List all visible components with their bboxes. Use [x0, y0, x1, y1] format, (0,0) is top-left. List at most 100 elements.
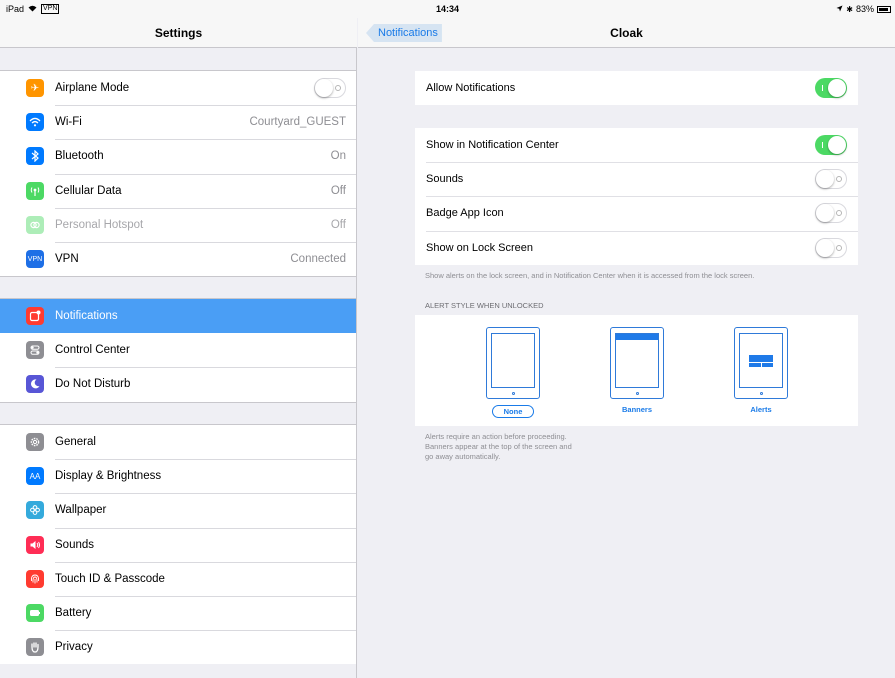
alert-style-banners[interactable]: Banners [610, 327, 664, 417]
hand-icon [26, 638, 44, 657]
show-in-notification-center-row[interactable]: Show in Notification Center [415, 128, 858, 162]
sidebar-item-label: Touch ID & Passcode [55, 572, 165, 585]
option-label: Badge App Icon [426, 207, 504, 220]
control-center-icon [26, 341, 44, 360]
sidebar-item-airplane-mode[interactable]: ✈ Airplane Mode [0, 71, 356, 105]
gear-icon [26, 433, 44, 452]
bluetooth-icon [26, 147, 44, 166]
badge-app-icon-row[interactable]: Badge App Icon [415, 196, 858, 230]
cellular-data-value: Off [330, 184, 346, 197]
sidebar-item-vpn[interactable]: VPN VPN Connected [0, 241, 356, 276]
alert-style-none[interactable]: None [486, 327, 540, 419]
sidebar-item-label: Sounds [55, 538, 95, 551]
show-in-notification-center-toggle[interactable] [815, 135, 847, 156]
allow-notifications-group: Allow Notifications [415, 71, 858, 106]
sidebar-title: Settings [0, 18, 357, 48]
sidebar-item-sounds[interactable]: Sounds [0, 527, 356, 562]
alert-style-note: Alerts require an action before proceedi… [425, 432, 572, 462]
lock-screen-note: Show alerts on the lock screen, and in N… [425, 271, 755, 280]
note-line: Banners appear at the top of the screen … [425, 442, 572, 451]
bluetooth-value: On [330, 150, 346, 163]
location-arrow-icon [836, 4, 843, 14]
sidebar-item-label: Battery [55, 607, 92, 620]
sidebar-item-battery[interactable]: Battery [0, 595, 356, 630]
sidebar-item-label: Do Not Disturb [55, 378, 131, 391]
vpn-icon: VPN [26, 250, 44, 269]
battery-percent: 83% [855, 4, 874, 14]
wifi-icon [26, 113, 44, 132]
sidebar-item-notifications[interactable]: Notifications [0, 299, 356, 334]
notifications-group: Notifications Control Center Do Not Dist… [0, 298, 356, 403]
sidebar-item-label: Personal Hotspot [55, 218, 144, 231]
sidebar-item-label: Bluetooth [55, 150, 104, 163]
page-title: Cloak [610, 26, 643, 40]
ipad-banner-illustration [610, 327, 664, 399]
sidebar-item-label: Wallpaper [55, 504, 107, 517]
sidebar-item-touch-id-passcode[interactable]: Touch ID & Passcode [0, 561, 356, 596]
alert-style-alerts[interactable]: Alerts [734, 327, 788, 417]
sidebar-item-label: General [55, 436, 96, 449]
option-label: Show in Notification Center [426, 139, 559, 152]
battery-level-icon [877, 5, 891, 13]
fingerprint-icon [26, 569, 44, 588]
hotspot-icon [26, 215, 44, 234]
sidebar-item-wallpaper[interactable]: Wallpaper [0, 493, 356, 527]
sidebar-item-bluetooth[interactable]: Bluetooth On [0, 139, 356, 173]
sidebar-item-do-not-disturb[interactable]: Do Not Disturb [0, 367, 356, 401]
cellular-icon [26, 181, 44, 200]
ipad-alert-illustration [734, 327, 788, 399]
sidebar-item-wifi[interactable]: Wi-Fi Courtyard_GUEST [0, 105, 356, 139]
wifi-network-value: Courtyard_GUEST [249, 116, 346, 129]
clock: 14:34 [435, 4, 460, 14]
battery-icon [26, 604, 44, 623]
alert-style-label: None [491, 405, 535, 418]
settings-sidebar: Settings ✈ Airplane Mode Wi-Fi Courtyard… [0, 0, 357, 678]
allow-notifications-label: Allow Notifications [426, 82, 516, 95]
alert-style-label: Alerts [750, 405, 772, 414]
moon-icon [26, 375, 44, 394]
sidebar-item-label: Wi-Fi [55, 116, 82, 129]
display-icon: AA [26, 467, 44, 486]
sidebar-item-label: Display & Brightness [55, 470, 162, 483]
sidebar-item-control-center[interactable]: Control Center [0, 333, 356, 367]
sidebar-item-label: VPN [55, 253, 79, 266]
sidebar-item-personal-hotspot[interactable]: Personal Hotspot Off [0, 207, 356, 242]
option-label: Show on Lock Screen [426, 241, 534, 254]
personal-hotspot-value: Off [330, 218, 346, 231]
option-label: Sounds [426, 173, 464, 186]
note-line: go away automatically. [425, 452, 501, 461]
general-group: General AA Display & Brightness Wallpape… [0, 424, 356, 665]
alert-style-panel: None Banners Alerts [415, 315, 858, 426]
allow-notifications-toggle[interactable] [815, 78, 847, 99]
sounds-toggle[interactable] [815, 169, 847, 190]
vpn-status-value: Connected [290, 253, 346, 266]
show-on-lock-screen-row[interactable]: Show on Lock Screen [415, 230, 858, 265]
notification-options-group: Show in Notification Center Sounds Badge… [415, 128, 858, 265]
sidebar-item-label: Notifications [55, 310, 118, 323]
sidebar-item-label: Cellular Data [55, 184, 122, 197]
note-line: Alerts require an action before proceedi… [425, 432, 567, 441]
sidebar-item-label: Privacy [55, 641, 93, 654]
wallpaper-icon [26, 501, 44, 520]
airplane-mode-toggle[interactable] [314, 78, 346, 99]
allow-notifications-row[interactable]: Allow Notifications [415, 71, 858, 105]
alert-style-label: Banners [621, 405, 652, 414]
sidebar-item-general[interactable]: General [0, 425, 356, 459]
sidebar-item-label: Control Center [55, 344, 130, 357]
speaker-icon [26, 535, 44, 554]
sidebar-item-display-brightness[interactable]: AA Display & Brightness [0, 459, 356, 493]
show-on-lock-screen-toggle[interactable] [815, 237, 847, 258]
badge-app-icon-toggle[interactable] [815, 203, 847, 224]
sidebar-item-privacy[interactable]: Privacy [0, 630, 356, 664]
notifications-icon [26, 307, 44, 326]
connectivity-group: ✈ Airplane Mode Wi-Fi Courtyard_GUEST Bl… [0, 70, 356, 278]
alert-style-section-title: ALERT STYLE WHEN UNLOCKED [425, 301, 544, 310]
detail-nav-bar: Notifications Cloak [358, 18, 895, 48]
sidebar-item-cellular-data[interactable]: Cellular Data Off [0, 173, 356, 208]
sounds-row[interactable]: Sounds [415, 162, 858, 196]
sidebar-item-label: Airplane Mode [55, 82, 130, 95]
status-bar: iPad VPN 14:34 ✱ 83% [0, 0, 895, 18]
airplane-icon: ✈ [26, 79, 44, 98]
bluetooth-status-icon: ✱ [846, 4, 853, 14]
ipad-none-illustration [486, 327, 540, 399]
